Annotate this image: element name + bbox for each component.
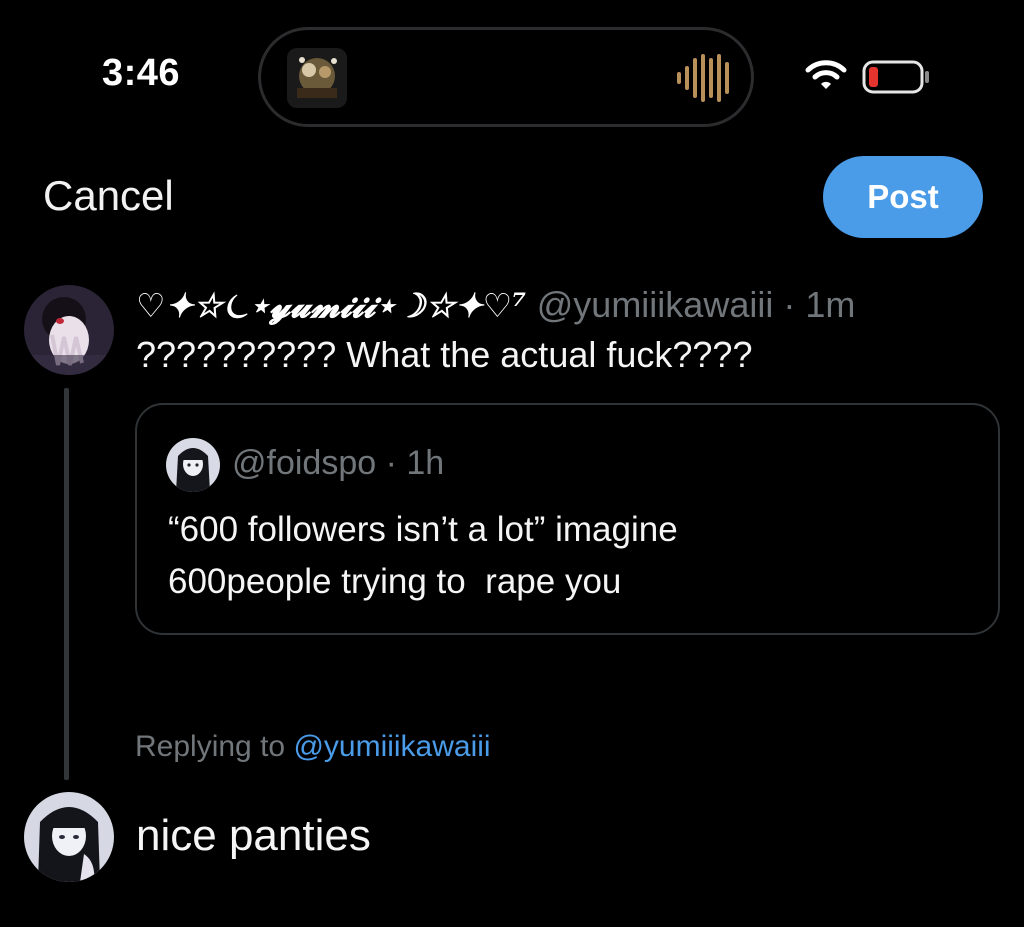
- thread-line: [64, 388, 69, 780]
- separator: ·: [773, 284, 806, 325]
- audio-waveform-icon: [675, 52, 731, 109]
- quoted-tweet-text: “600 followers isn’t a lot” imagine 600p…: [168, 504, 678, 608]
- post-button[interactable]: Post: [823, 156, 983, 238]
- my-avatar: [24, 792, 114, 882]
- quoted-text-line: “600 followers isn’t a lot” imagine: [168, 510, 678, 549]
- replying-to-handle[interactable]: @yumiiikawaiii: [293, 730, 490, 763]
- handle[interactable]: @yumiiikawaiii: [537, 284, 774, 325]
- separator: ·: [376, 444, 407, 482]
- tweet-text: ?????????? What the actual fuck????: [136, 334, 753, 375]
- album-art-icon[interactable]: [287, 48, 347, 108]
- display-name[interactable]: ♡✦☆⏾⋆𝔂𝓾𝓶𝓲𝓲𝓲⋆☽☆✦♡⁷: [136, 286, 527, 325]
- reply-input[interactable]: nice panties: [136, 808, 371, 864]
- tweet-header: ♡✦☆⏾⋆𝔂𝓾𝓶𝓲𝓲𝓲⋆☽☆✦♡⁷ @yumiiikawaiii · 1m: [136, 282, 855, 329]
- dynamic-island[interactable]: [258, 27, 754, 127]
- quoted-tweet-header: @foidspo · 1h: [232, 441, 444, 485]
- timestamp: 1m: [805, 284, 856, 325]
- quoted-text-line: 600people trying to rape you: [168, 562, 622, 601]
- replying-to-label: Replying to: [135, 730, 294, 763]
- quoted-handle[interactable]: @foidspo: [232, 444, 376, 482]
- quoted-timestamp: 1h: [406, 444, 445, 482]
- status-time: 3:46: [102, 52, 181, 94]
- wifi-icon: [804, 58, 848, 97]
- quoted-avatar: [166, 438, 220, 492]
- avatar[interactable]: [24, 285, 114, 375]
- battery-icon: [862, 60, 932, 99]
- replying-to: Replying to @yumiiikawaiii: [135, 726, 491, 768]
- cancel-button[interactable]: Cancel: [43, 172, 174, 220]
